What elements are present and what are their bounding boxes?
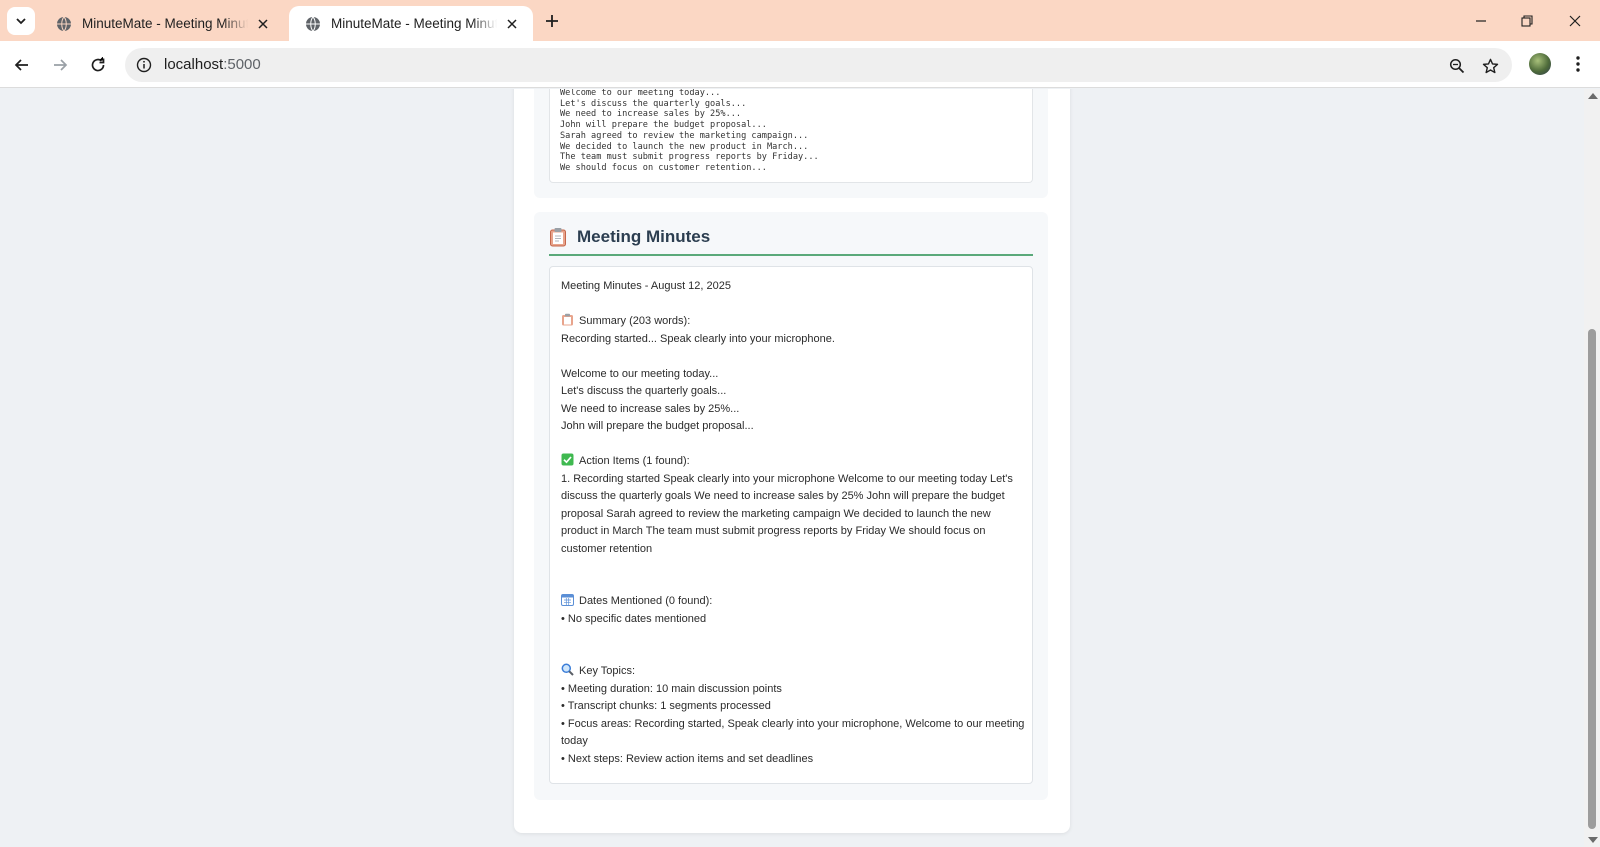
- address-bar[interactable]: localhost:5000: [125, 48, 1512, 82]
- transcript-line: Sarah agreed to review the marketing cam…: [560, 130, 809, 141]
- calendar-icon: [561, 594, 574, 606]
- summary-label: Summary (203 words):: [579, 315, 691, 327]
- topics-label: Key Topics:: [579, 665, 636, 677]
- topic-item: • Focus areas: Recording started, Speak …: [561, 717, 1025, 748]
- tab-search-button[interactable]: [7, 7, 35, 35]
- minimize-icon: [1476, 20, 1486, 22]
- url-port: :5000: [223, 56, 261, 73]
- summary-line: Recording started... Speak clearly into …: [561, 332, 835, 345]
- tab-inactive[interactable]: MinuteMate - Meeting Minutes: [40, 6, 284, 41]
- clipboard-icon: [550, 228, 566, 247]
- minutes-heading: Meeting Minutes - August 12, 2025: [561, 280, 731, 292]
- scroll-up-arrow-icon[interactable]: [1588, 93, 1598, 99]
- new-tab-button[interactable]: [541, 10, 563, 32]
- magnifier-icon: [561, 663, 574, 676]
- minutes-body: Meeting Minutes - August 12, 2025 Summar…: [561, 278, 1025, 768]
- transcript-line: John will prepare the budget proposal...: [560, 120, 767, 131]
- star-icon[interactable]: [1479, 55, 1501, 77]
- main-card: Welcome to our meeting today... Let's dis…: [514, 89, 1070, 833]
- restore-button[interactable]: [1514, 8, 1540, 34]
- globe-icon: [57, 16, 71, 31]
- url-text: localhost:5000: [164, 56, 261, 73]
- summary-line: John will prepare the budget proposal...: [561, 420, 754, 432]
- minutes-section: Meeting Minutes Meeting Minutes - August…: [534, 212, 1048, 800]
- profile-avatar[interactable]: [1529, 53, 1551, 75]
- plus-icon: [546, 15, 558, 27]
- globe-icon: [306, 16, 320, 31]
- summary-line: Welcome to our meeting today...: [561, 367, 719, 380]
- window-close-button[interactable]: [1562, 8, 1588, 34]
- back-button[interactable]: [8, 51, 36, 79]
- action-label-row: Action Items (1 found):: [561, 453, 1025, 471]
- transcript-box: Welcome to our meeting today... Let's dis…: [549, 89, 1033, 183]
- chevron-down-icon: [16, 18, 26, 25]
- url-host: localhost: [164, 56, 224, 73]
- topic-item: • Transcript chunks: 1 segments processe…: [561, 700, 771, 712]
- checkmark-icon: [561, 453, 574, 466]
- close-icon[interactable]: [503, 15, 521, 33]
- topic-item: • Meeting duration: 10 main discussion p…: [561, 682, 782, 695]
- close-icon: [1569, 15, 1581, 27]
- tab-active[interactable]: MinuteMate - Meeting Minutes: [289, 6, 533, 41]
- transcript-text: Welcome to our meeting today... Let's dis…: [560, 89, 819, 174]
- topics-label-row: Key Topics:: [561, 663, 1025, 681]
- browser-menu-button[interactable]: [1567, 51, 1589, 77]
- tab-title: MinuteMate - Meeting Minutes: [331, 16, 497, 31]
- dates-label-row: Dates Mentioned (0 found):: [561, 593, 1025, 611]
- summary-line: We need to increase sales by 25%...: [561, 402, 740, 415]
- back-icon: [14, 59, 28, 71]
- transcript-line: We need to increase sales by 25%...: [560, 109, 742, 120]
- transcript-section: Welcome to our meeting today... Let's dis…: [534, 89, 1048, 198]
- page-viewport: Welcome to our meeting today... Let's dis…: [0, 89, 1584, 847]
- action-item: 1. Recording started Speak clearly into …: [561, 472, 1013, 555]
- transcript-line: We should focus on customer retention...: [560, 162, 767, 173]
- transcript-line: Welcome to our meeting today...: [560, 89, 721, 98]
- summary-label-row: Summary (203 words):: [561, 313, 1025, 331]
- scrollbar-thumb[interactable]: [1588, 329, 1596, 829]
- reload-button[interactable]: [84, 51, 112, 79]
- transcript-line: The team must submit progress reports by…: [560, 152, 819, 163]
- page-scrollbar[interactable]: [1584, 89, 1600, 847]
- reload-icon: [91, 57, 105, 72]
- more-vert-icon: [1576, 56, 1580, 72]
- minimize-button[interactable]: [1468, 8, 1494, 34]
- minutes-output: Meeting Minutes - August 12, 2025 Summar…: [549, 266, 1033, 784]
- scroll-down-arrow-icon[interactable]: [1588, 837, 1598, 843]
- topic-item: • Next steps: Review action items and se…: [561, 752, 814, 765]
- dates-item: • No specific dates mentioned: [561, 612, 707, 625]
- summary-line: Let's discuss the quarterly goals...: [561, 385, 727, 397]
- transcript-line: We decided to launch the new product in …: [560, 141, 809, 152]
- tab-title: MinuteMate - Meeting Minutes: [82, 16, 248, 31]
- restore-icon: [1521, 15, 1533, 27]
- transcript-line: Let's discuss the quarterly goals...: [560, 98, 747, 109]
- zoom-icon[interactable]: [1446, 55, 1468, 77]
- dates-label: Dates Mentioned (0 found):: [579, 595, 713, 607]
- browser-toolbar: localhost:5000: [0, 41, 1600, 88]
- clipboard-icon: [562, 313, 573, 326]
- action-label: Action Items (1 found):: [579, 455, 690, 467]
- info-icon[interactable]: [134, 55, 154, 75]
- close-icon[interactable]: [254, 15, 272, 33]
- minutes-header: Meeting Minutes: [549, 225, 1033, 256]
- forward-icon: [54, 59, 68, 71]
- minutes-title: Meeting Minutes: [577, 227, 711, 246]
- forward-button[interactable]: [46, 51, 74, 79]
- tab-strip: MinuteMate - Meeting Minutes MinuteMate …: [0, 0, 1600, 41]
